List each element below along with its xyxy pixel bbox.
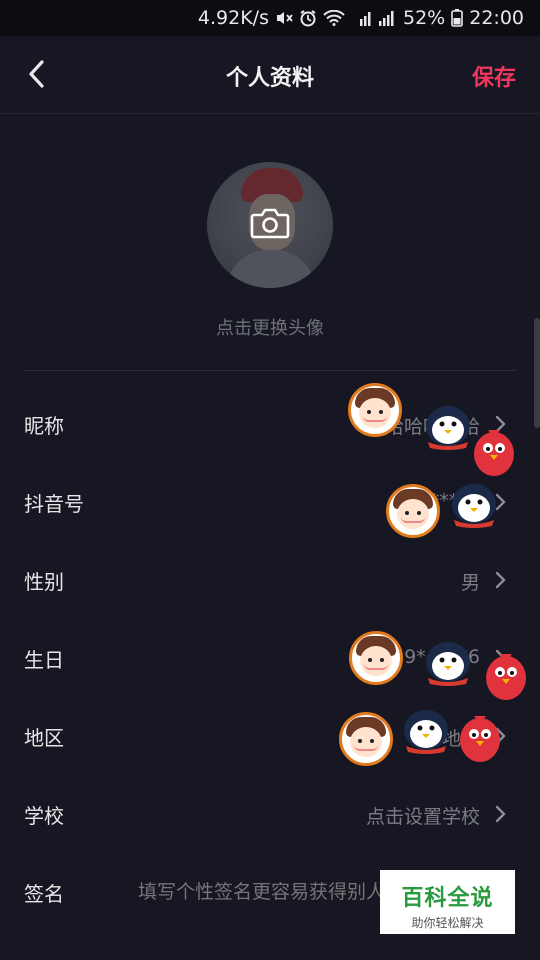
form-value: 男: [460, 572, 480, 594]
scrollbar[interactable]: [534, 318, 540, 428]
form-row-gender[interactable]: 性别 男: [0, 540, 540, 618]
form-value: 2****5: [417, 490, 480, 512]
form-row-douyin-id[interactable]: 抖音号 2****5: [0, 462, 540, 540]
form-label: 学校: [24, 804, 64, 828]
form-value: 点击设置学校: [365, 806, 480, 828]
form-row-school[interactable]: 学校 点击设置学校: [0, 774, 540, 852]
profile-form: 昵称 哈哈哈哈哈哈 抖音号 2****5 性别 男 生日 199*-**-*6 …: [0, 384, 540, 930]
chevron-right-icon: [495, 727, 506, 745]
battery-percent: 52%: [403, 7, 446, 29]
form-label: 生日: [24, 648, 64, 672]
form-label: 抖音号: [24, 492, 84, 516]
chevron-right-icon: [495, 649, 506, 667]
avatar[interactable]: [207, 162, 333, 288]
watermark-subtitle: 助你轻松解决: [411, 916, 484, 930]
battery-icon: [451, 9, 464, 27]
avatar-hint[interactable]: 点击更换头像: [0, 314, 540, 340]
header: 个人资料 保存: [0, 36, 540, 114]
chevron-right-icon: [495, 493, 506, 511]
form-label: 签名: [24, 882, 64, 906]
clock: 22:00: [469, 7, 524, 29]
form-row-nickname[interactable]: 昵称 哈哈哈哈哈哈: [0, 384, 540, 462]
form-label: 性别: [24, 570, 64, 594]
watermark-logo: 百科全说 助你轻松解决: [380, 870, 515, 934]
chevron-right-icon: [495, 415, 506, 433]
signal-4g-icon: [351, 10, 371, 26]
profile-edit-screen: 4.92K/s 52% 22:00 个人资料 保存 点击更换头像 昵称 哈哈哈哈…: [0, 0, 540, 960]
avatar-section: 点击更换头像: [0, 114, 540, 371]
chevron-right-icon: [495, 805, 506, 823]
watermark-title: 百科全说: [401, 886, 494, 911]
form-value: **地区: [422, 728, 480, 750]
form-label: 昵称: [24, 414, 64, 438]
save-button[interactable]: 保存: [472, 60, 516, 92]
form-label: 地区: [24, 726, 64, 750]
form-value: 哈哈哈哈哈哈: [365, 416, 480, 438]
page-title: 个人资料: [225, 66, 314, 91]
form-row-birthday[interactable]: 生日 199*-**-*6: [0, 618, 540, 696]
form-row-region[interactable]: 地区 **地区: [0, 696, 540, 774]
wifi-icon: [323, 10, 345, 26]
chevron-right-icon: [495, 571, 506, 589]
mute-icon: [275, 10, 293, 26]
status-bar: 4.92K/s 52% 22:00: [0, 0, 540, 36]
form-value: 199*-**-*6: [379, 646, 480, 668]
divider: [24, 370, 516, 371]
signal-icon: [377, 10, 397, 26]
camera-icon: [250, 208, 290, 239]
alarm-icon: [299, 9, 317, 27]
network-speed: 4.92K/s: [197, 7, 269, 29]
